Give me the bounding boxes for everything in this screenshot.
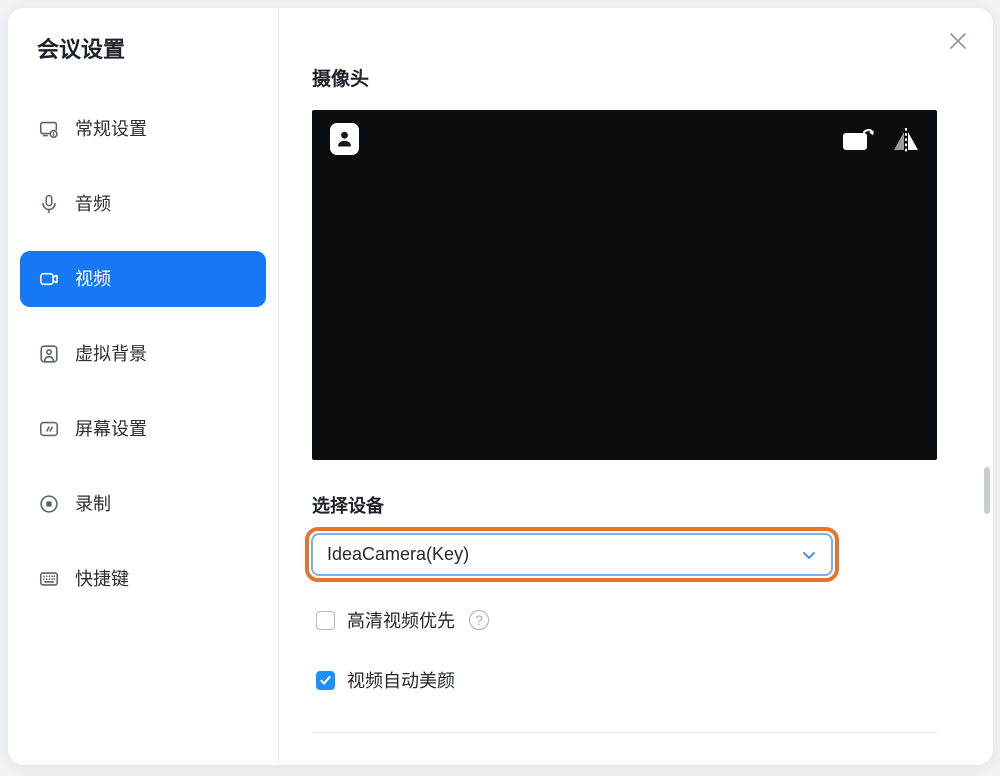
close-icon (946, 29, 970, 53)
sidebar-item-label: 录制 (75, 495, 111, 513)
camera-section-title: 摄像头 (312, 64, 369, 91)
sidebar-divider (278, 8, 279, 765)
camera-preview (312, 110, 937, 460)
sidebar: 常规设置 音频 视频 虚拟背景 (20, 101, 266, 626)
camera-device-select[interactable]: IdeaCamera(Key) (311, 533, 833, 576)
video-camera-icon (38, 268, 60, 290)
scrollbar-thumb[interactable] (984, 467, 990, 514)
auto-beauty-row: 视频自动美颜 (316, 667, 455, 693)
record-icon (38, 493, 60, 515)
preview-controls (840, 124, 921, 156)
microphone-icon (38, 193, 60, 215)
hd-video-priority-label: 高清视频优先 (347, 607, 455, 633)
sidebar-item-label: 屏幕设置 (75, 420, 147, 438)
rotate-screen-icon[interactable] (840, 124, 876, 156)
sidebar-item-screen-settings[interactable]: 屏幕设置 (20, 401, 266, 457)
auto-beauty-label: 视频自动美颜 (347, 667, 455, 693)
sidebar-item-label: 虚拟背景 (75, 345, 147, 363)
help-icon[interactable]: ? (469, 610, 489, 630)
settings-dialog: 会议设置 常规设置 音频 视频 (8, 8, 993, 765)
sidebar-item-label: 快捷键 (75, 570, 129, 588)
sidebar-item-recording[interactable]: 录制 (20, 476, 266, 532)
hd-video-priority-checkbox[interactable] (316, 611, 335, 630)
avatar-badge (330, 123, 359, 155)
page-title: 会议设置 (37, 32, 125, 64)
sidebar-item-general-settings[interactable]: 常规设置 (20, 101, 266, 157)
annotation-highlight: IdeaCamera(Key) (305, 527, 839, 582)
camera-device-value: IdeaCamera(Key) (327, 544, 469, 565)
sidebar-item-video[interactable]: 视频 (20, 251, 266, 307)
sidebar-item-shortcuts[interactable]: 快捷键 (20, 551, 266, 607)
sidebar-item-virtual-background[interactable]: 虚拟背景 (20, 326, 266, 382)
sidebar-item-label: 常规设置 (75, 120, 147, 138)
check-icon (319, 674, 332, 687)
sidebar-item-label: 视频 (75, 270, 111, 288)
sidebar-item-label: 音频 (75, 195, 111, 213)
device-section-title: 选择设备 (312, 492, 384, 518)
mirror-flip-icon[interactable] (891, 124, 921, 156)
virtual-background-icon (38, 343, 60, 365)
auto-beauty-checkbox[interactable] (316, 671, 335, 690)
keyboard-icon (38, 568, 60, 590)
sidebar-item-audio[interactable]: 音频 (20, 176, 266, 232)
monitor-settings-icon (38, 118, 60, 140)
hd-video-priority-row: 高清视频优先 ? (316, 607, 489, 633)
section-divider (312, 732, 937, 733)
screen-settings-icon (38, 418, 60, 440)
portrait-icon (335, 128, 354, 150)
chevron-down-icon (799, 545, 819, 565)
close-button[interactable] (946, 29, 970, 53)
